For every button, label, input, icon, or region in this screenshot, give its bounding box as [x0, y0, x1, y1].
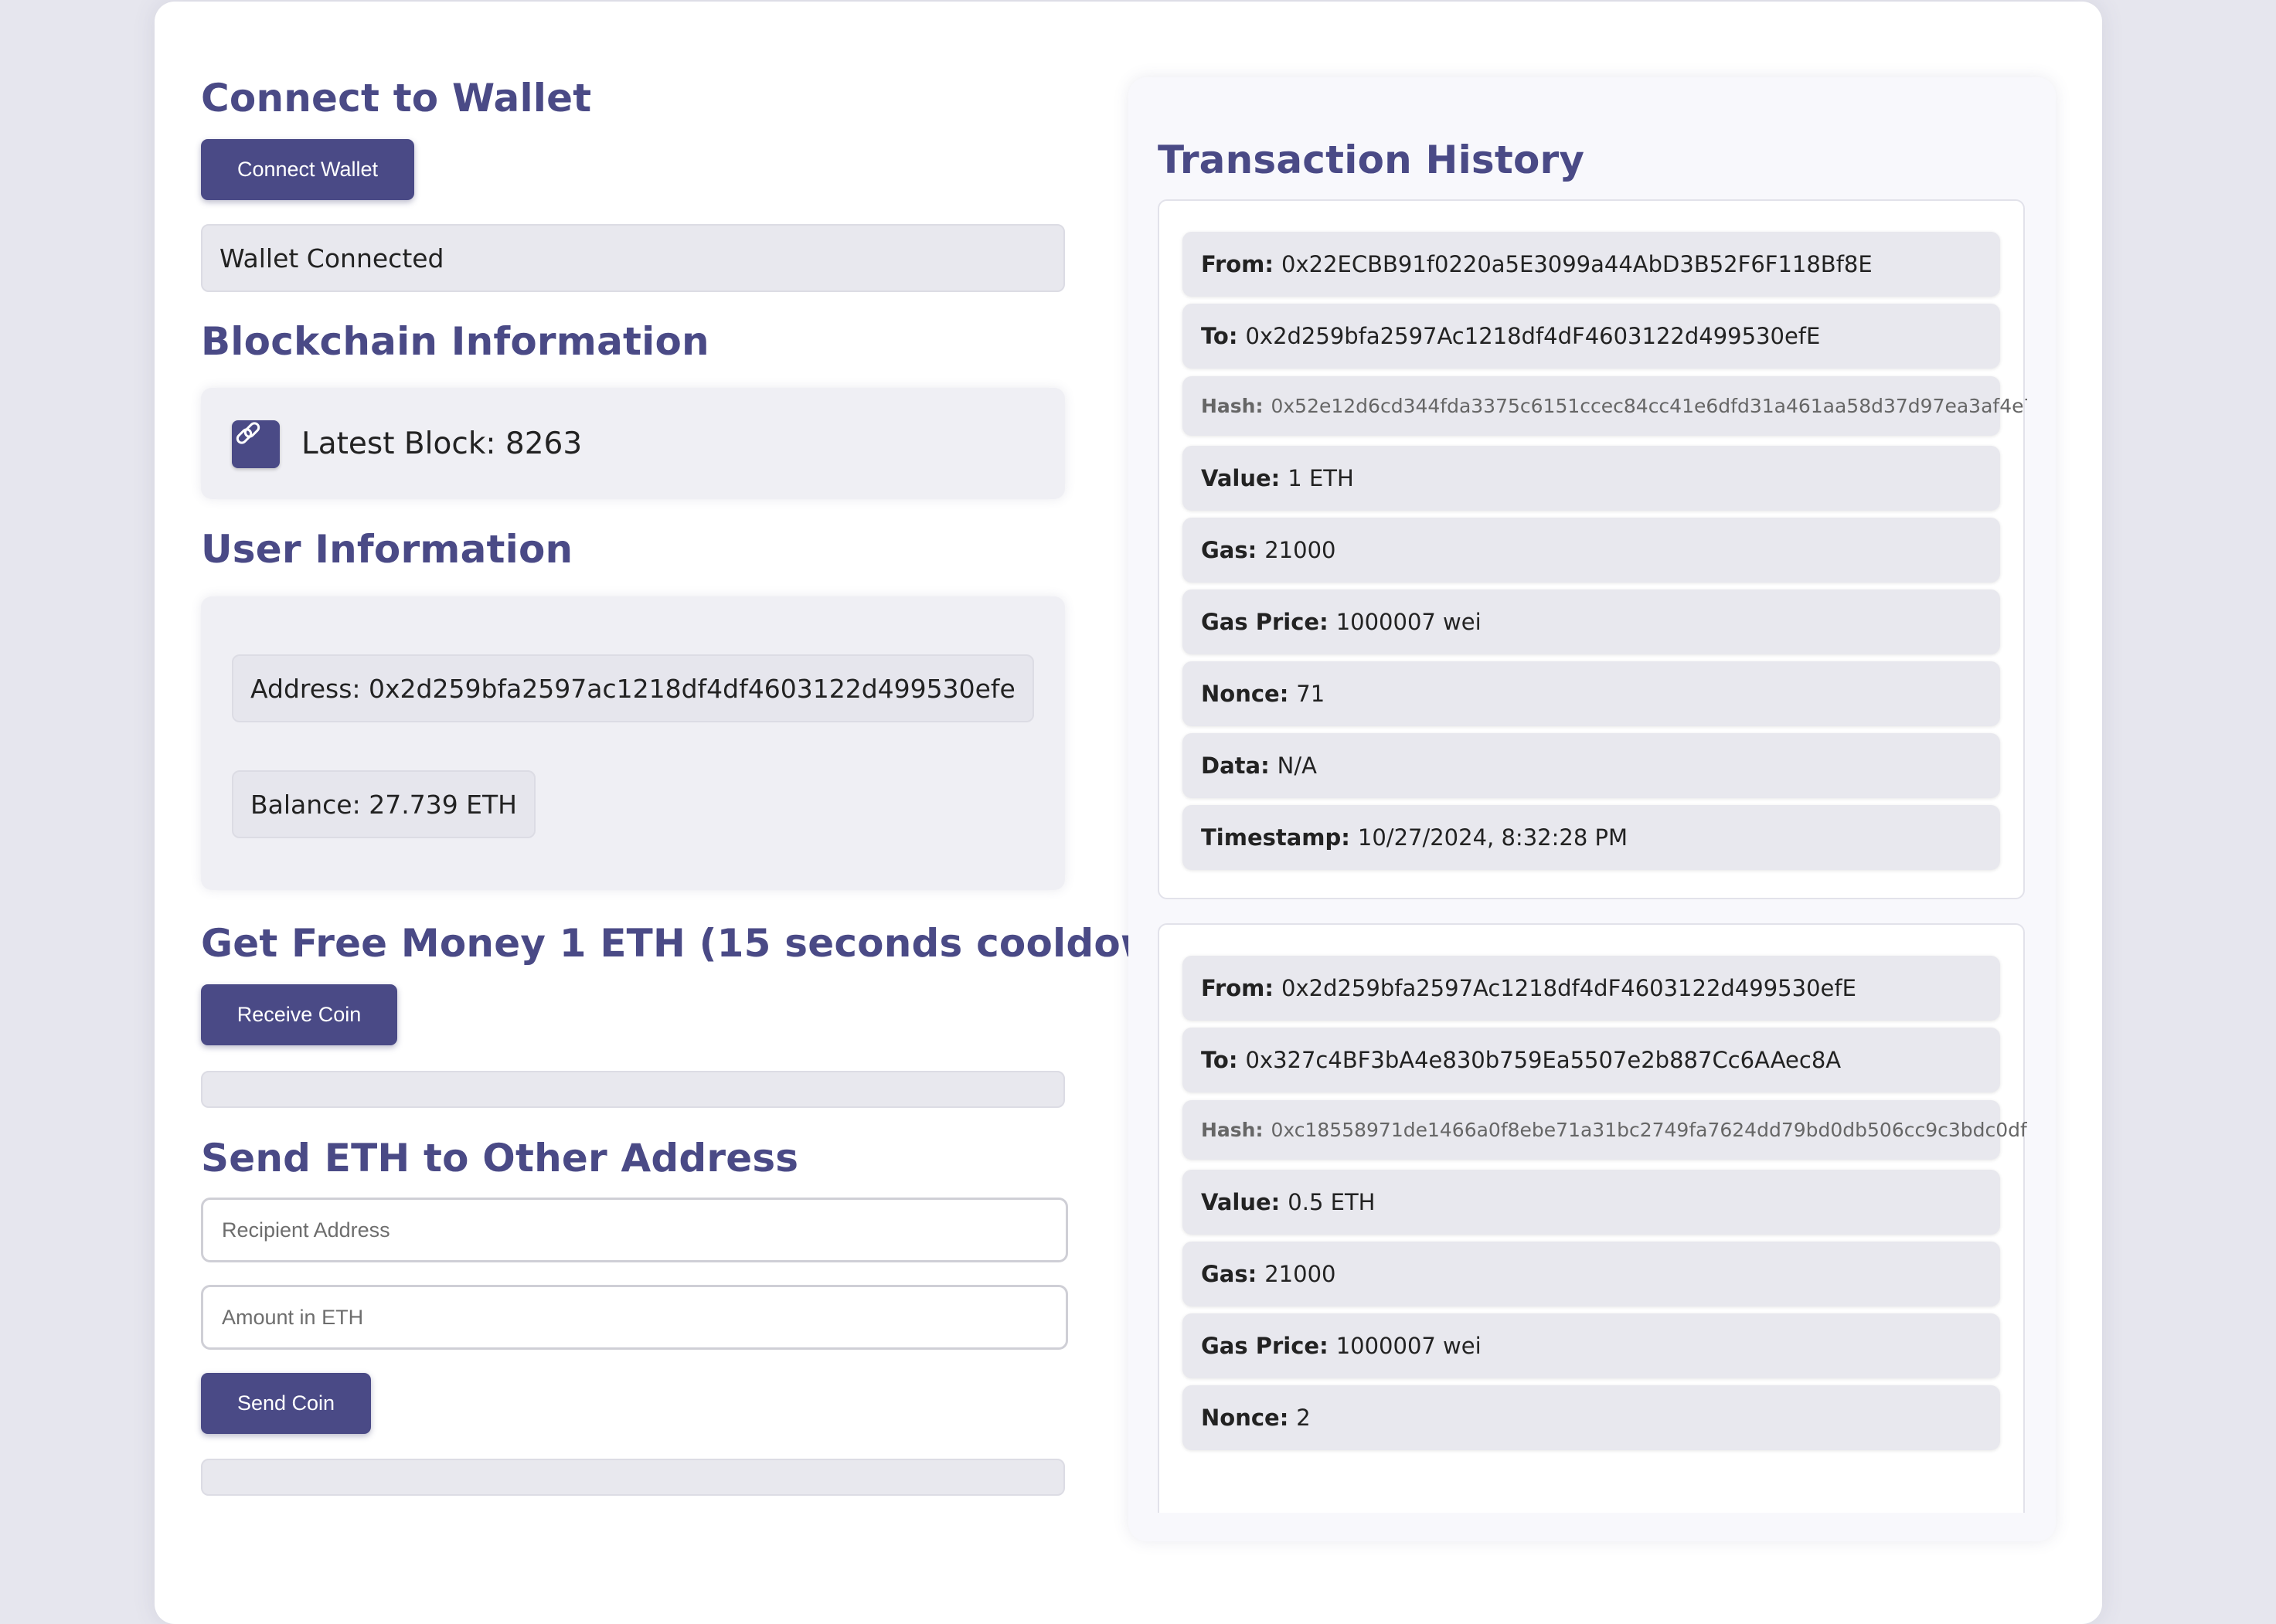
tx-hash-value: 0xc18558971de1466a0f8ebe71a31bc2749fa762…: [1271, 1119, 2027, 1141]
transaction-card: From: 0x22ECBB91f0220a5E3099a44AbD3B52F6…: [1158, 199, 2027, 899]
tx-value: Value: 1 ETH: [1182, 446, 2000, 511]
tx-gas-price-label: Gas Price:: [1201, 1333, 1329, 1359]
transaction-history-panel: Transaction History From: 0x22ECBB91f022…: [1128, 77, 2056, 1541]
recipient-address-input[interactable]: [201, 1198, 1068, 1262]
tx-gas-label: Gas:: [1201, 537, 1257, 563]
tx-gas-value: 21000: [1264, 1261, 1336, 1287]
tx-hash: Hash: 0x52e12d6cd344fda3375c6151ccec84cc…: [1182, 376, 2027, 436]
user-balance: Balance: 27.739 ETH: [232, 770, 536, 838]
tx-gas: Gas: 21000: [1182, 1242, 2000, 1306]
tx-timestamp-label: Timestamp:: [1201, 824, 1350, 851]
tx-nonce: Nonce: 71: [1182, 661, 2000, 726]
tx-hash-label: Hash:: [1201, 1119, 1264, 1141]
tx-timestamp: Timestamp: 10/27/2024, 8:32:28 PM: [1182, 805, 2000, 870]
tx-to-label: To:: [1201, 323, 1238, 349]
tx-from: From: 0x2d259bfa2597Ac1218df4dF4603122d4…: [1182, 956, 2000, 1021]
tx-gas-price-value: 1000007 wei: [1335, 1333, 1482, 1359]
tx-hash-label: Hash:: [1201, 395, 1264, 417]
wallet-status: Wallet Connected: [201, 224, 1065, 292]
tx-gas-value: 21000: [1264, 537, 1336, 563]
tx-data-value: N/A: [1277, 753, 1317, 779]
tx-to-value: 0x327c4BF3bA4e830b759Ea5507e2b887Cc6AAec…: [1245, 1047, 1842, 1073]
transaction-card: From: 0x2d259bfa2597Ac1218df4dF4603122d4…: [1158, 923, 2027, 1513]
faucet-title: Get Free Money 1 ETH (15 seconds cooldow…: [201, 921, 1203, 966]
faucet-status: [201, 1071, 1065, 1108]
tx-from-value: 0x22ECBB91f0220a5E3099a44AbD3B52F6F118Bf…: [1281, 251, 1873, 277]
tx-to-value: 0x2d259bfa2597Ac1218df4dF4603122d499530e…: [1245, 323, 1821, 349]
tx-value: Value: 0.5 ETH: [1182, 1170, 2000, 1235]
tx-from-value: 0x2d259bfa2597Ac1218df4dF4603122d499530e…: [1281, 975, 1856, 1001]
amount-eth-input[interactable]: [201, 1285, 1068, 1350]
tx-hash-value: 0x52e12d6cd344fda3375c6151ccec84cc41e6df…: [1271, 395, 2027, 417]
tx-timestamp-value: 10/27/2024, 8:32:28 PM: [1357, 824, 1628, 851]
tx-from-label: From:: [1201, 251, 1274, 277]
tx-from-label: From:: [1201, 975, 1274, 1001]
tx-value-label: Value:: [1201, 465, 1281, 491]
user-info-title: User Information: [201, 527, 573, 572]
tx-gas-price: Gas Price: 1000007 wei: [1182, 1313, 2000, 1378]
tx-gas-price-value: 1000007 wei: [1335, 609, 1482, 635]
tx-data-label: Data:: [1201, 753, 1270, 779]
tx-data: Data: N/A: [1182, 733, 2000, 798]
tx-nonce-value: 71: [1296, 681, 1325, 707]
transaction-list[interactable]: From: 0x22ECBB91f0220a5E3099a44AbD3B52F6…: [1158, 199, 2027, 1513]
tx-gas-price: Gas Price: 1000007 wei: [1182, 589, 2000, 654]
tx-from: From: 0x22ECBB91f0220a5E3099a44AbD3B52F6…: [1182, 232, 2000, 297]
tx-nonce-label: Nonce:: [1201, 1405, 1289, 1431]
tx-value-value: 1 ETH: [1288, 465, 1354, 491]
send-coin-button[interactable]: Send Coin: [201, 1373, 371, 1434]
send-status: [201, 1459, 1065, 1496]
chain-link-icon: [232, 420, 280, 468]
latest-block-text: Latest Block: 8263: [301, 426, 583, 461]
transaction-history-title: Transaction History: [1158, 138, 1585, 182]
connect-wallet-button[interactable]: Connect Wallet: [201, 139, 414, 200]
receive-coin-button[interactable]: Receive Coin: [201, 984, 397, 1045]
send-eth-title: Send ETH to Other Address: [201, 1136, 799, 1181]
connect-wallet-title: Connect to Wallet: [201, 76, 592, 121]
tx-gas: Gas: 21000: [1182, 518, 2000, 583]
tx-value-value: 0.5 ETH: [1288, 1189, 1376, 1215]
tx-to: To: 0x2d259bfa2597Ac1218df4dF4603122d499…: [1182, 304, 2000, 369]
tx-nonce-value: 2: [1296, 1405, 1311, 1431]
tx-gas-price-label: Gas Price:: [1201, 609, 1329, 635]
blockchain-info-panel: Latest Block: 8263: [201, 388, 1065, 499]
tx-value-label: Value:: [1201, 1189, 1281, 1215]
user-info-panel: Address: 0x2d259bfa2597ac1218df4df460312…: [201, 596, 1065, 890]
tx-to-label: To:: [1201, 1047, 1238, 1073]
tx-hash: Hash: 0xc18558971de1466a0f8ebe71a31bc274…: [1182, 1100, 2027, 1160]
user-address: Address: 0x2d259bfa2597ac1218df4df460312…: [232, 654, 1034, 722]
tx-nonce-label: Nonce:: [1201, 681, 1289, 707]
tx-gas-label: Gas:: [1201, 1261, 1257, 1287]
tx-to: To: 0x327c4BF3bA4e830b759Ea5507e2b887Cc6…: [1182, 1028, 2000, 1092]
tx-nonce: Nonce: 2: [1182, 1385, 2000, 1450]
blockchain-info-title: Blockchain Information: [201, 319, 709, 364]
